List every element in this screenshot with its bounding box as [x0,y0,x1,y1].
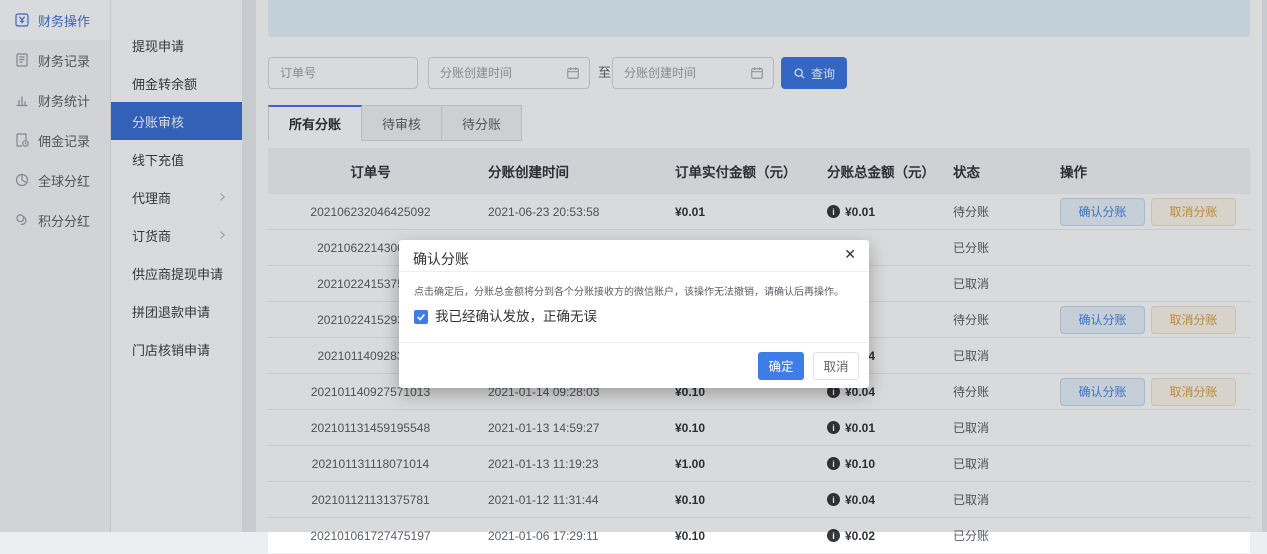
dialog-footer: 确定 取消 [399,342,869,388]
dialog-title: 确认分账 [399,240,869,272]
dialog-message: 点击确定后，分账总金额将分到各个分账接收方的微信账户，该操作无法撤销，请确认后再… [414,285,854,300]
close-icon[interactable]: ✕ [844,247,856,261]
dialog-cancel-button[interactable]: 取消 [813,352,859,380]
confirm-checkbox[interactable] [414,310,428,324]
dialog-confirm-button[interactable]: 确定 [758,352,804,380]
checkbox-label: 我已经确认发放，正确无误 [435,307,597,327]
confirm-split-dialog: 确认分账 ✕ 点击确定后，分账总金额将分到各个分账接收方的微信账户，该操作无法撤… [399,240,869,388]
